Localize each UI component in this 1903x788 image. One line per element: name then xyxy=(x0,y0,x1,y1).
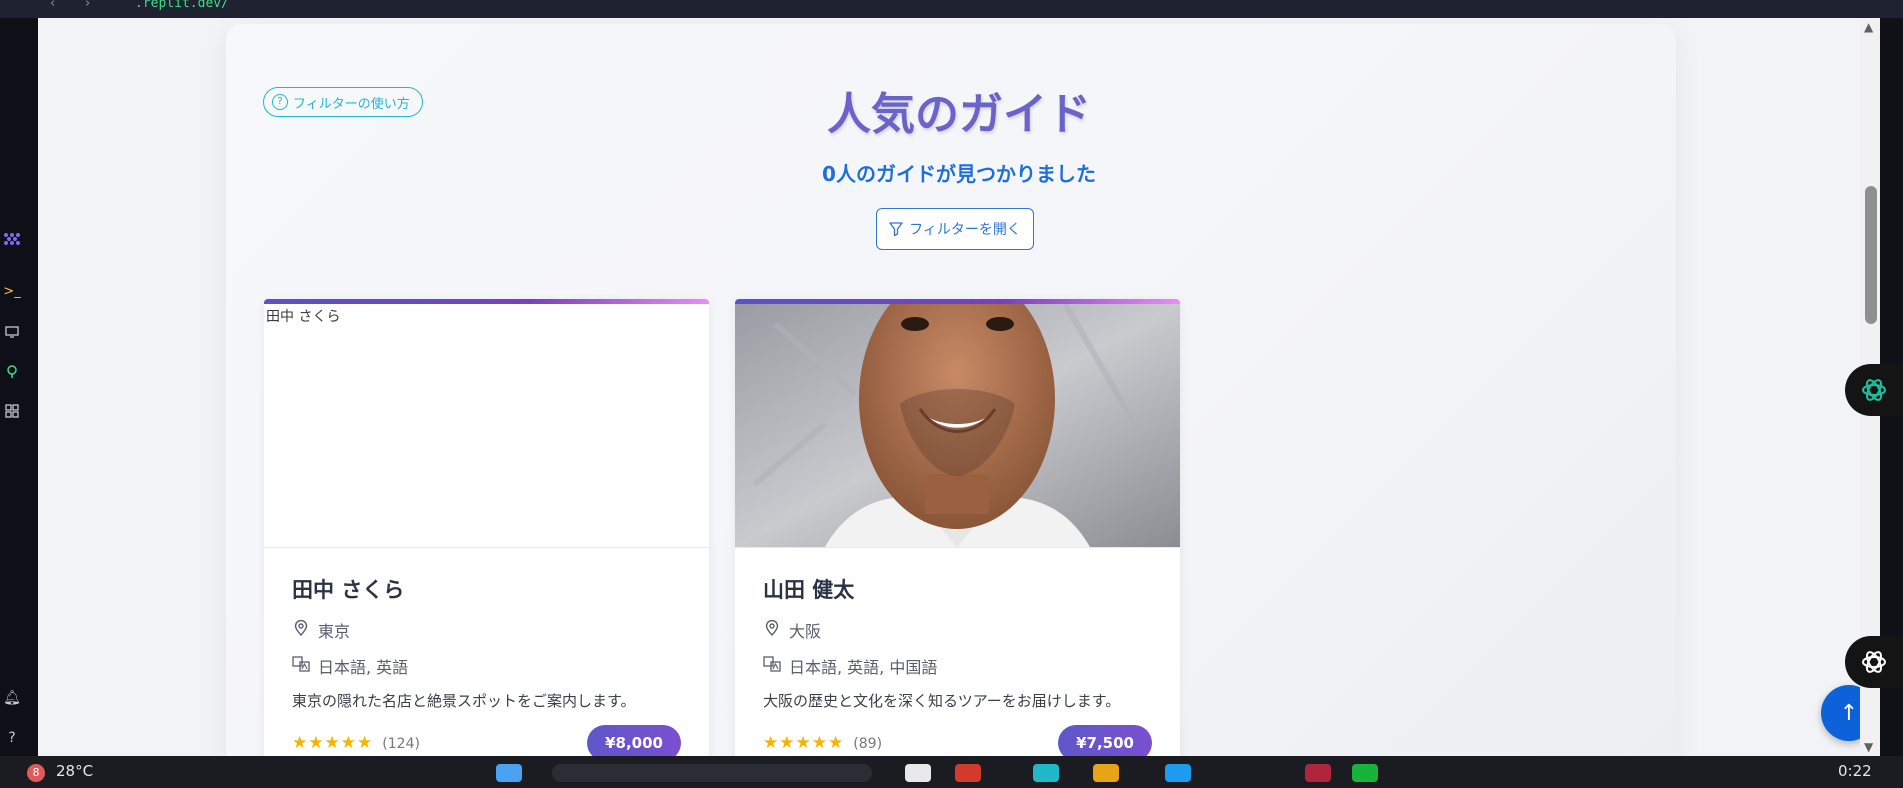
guide-location: 東京 xyxy=(292,618,681,642)
guide-description: 大阪の歴史と文化を深く知るツアーをお届けします。 xyxy=(763,692,1121,710)
guide-languages: 日本語, 英語 xyxy=(292,654,681,678)
back-icon[interactable]: ‹ xyxy=(50,0,55,11)
guide-portrait-image xyxy=(735,304,1180,547)
guide-location: 大阪 xyxy=(763,618,1152,642)
browser-toolbar: ‹ › .replit.dev/ xyxy=(0,0,1903,18)
forward-icon[interactable]: › xyxy=(85,0,90,11)
taskbar-clock[interactable]: 0:22 xyxy=(1838,762,1872,780)
languages-text: 日本語, 英語, 中国語 xyxy=(789,658,938,677)
languages-text: 日本語, 英語 xyxy=(318,658,409,677)
files-icon[interactable] xyxy=(905,764,931,782)
taskbar: 8 28°C 0:22 xyxy=(0,756,1903,788)
guide-card[interactable]: 田中 さくら 田中 さくら 東京 日本語, 英語 東京の隠れた名店と絶景スポット… xyxy=(264,299,709,756)
weather-temperature[interactable]: 28°C xyxy=(56,762,93,780)
guide-photo: 田中 さくら xyxy=(264,304,709,548)
guide-name: 山田 健太 xyxy=(763,578,855,602)
left-rail: >_ 🔔︎ ? xyxy=(0,18,38,758)
line-app-icon[interactable] xyxy=(1352,764,1378,782)
guide-photo xyxy=(735,304,1180,548)
guide-name: 田中 さくら xyxy=(292,578,405,602)
translate-icon xyxy=(763,656,781,676)
weather-badge[interactable]: 8 xyxy=(27,764,45,782)
replit-logo-icon[interactable] xyxy=(0,231,24,250)
help-icon[interactable]: ? xyxy=(0,730,24,746)
open-filter-button[interactable]: フィルターを開く xyxy=(876,208,1034,250)
store-app-icon[interactable] xyxy=(1165,764,1191,782)
price-badge: ¥8,000 xyxy=(587,725,681,756)
folder-app-icon[interactable] xyxy=(1093,764,1119,782)
monitor-icon[interactable] xyxy=(0,323,24,342)
review-count: (89) xyxy=(853,736,883,752)
chatgpt-extension-icon[interactable] xyxy=(1845,364,1903,416)
guide-description: 東京の隠れた名店と絶景スポットをご案内します。 xyxy=(292,692,636,710)
page-viewport: ? フィルターの使い方 人気のガイド 0人のガイドが見つかりました フィルターを… xyxy=(38,18,1880,756)
assistant-extension-icon[interactable] xyxy=(1845,636,1903,688)
guide-languages: 日本語, 英語, 中国語 xyxy=(763,654,1152,678)
location-text: 大阪 xyxy=(789,622,822,641)
map-pin-icon xyxy=(292,619,310,640)
app-icon[interactable] xyxy=(1305,764,1331,782)
broken-image-alt: 田中 さくら xyxy=(266,309,341,325)
page-title: 人気のガイド xyxy=(827,89,1091,140)
taskbar-search-icon[interactable] xyxy=(552,764,872,782)
edge-app-icon[interactable] xyxy=(1033,764,1059,782)
start-icon[interactable] xyxy=(496,764,522,782)
review-count: (124) xyxy=(382,736,420,752)
open-filter-label: フィルターを開く xyxy=(909,222,1021,238)
address-bar[interactable]: .replit.dev/ xyxy=(135,0,229,11)
scroll-up-arrow-icon[interactable]: ▲ xyxy=(1864,20,1873,34)
arrow-up-icon: ↑ xyxy=(1839,700,1859,726)
grid-icon[interactable] xyxy=(0,403,24,422)
location-text: 東京 xyxy=(318,622,351,641)
bell-icon[interactable]: 🔔︎ xyxy=(0,690,24,706)
filter-icon xyxy=(889,222,903,236)
guide-card[interactable]: 山田 健太 大阪 日本語, 英語, 中国語 大阪の歴史と文化を深く知るツアーをお… xyxy=(735,299,1180,756)
price-badge: ¥7,500 xyxy=(1058,725,1152,756)
terminal-icon[interactable]: >_ xyxy=(0,284,24,299)
scroll-down-arrow-icon[interactable]: ▼ xyxy=(1864,740,1873,754)
browser-app-icon[interactable] xyxy=(955,764,981,782)
rating-stars: ★★★★★ xyxy=(763,733,845,753)
scrollbar-thumb[interactable] xyxy=(1865,186,1877,324)
map-pin-icon xyxy=(763,619,781,640)
rating-stars: ★★★★★ xyxy=(292,733,374,753)
tree-icon[interactable] xyxy=(0,363,24,382)
translate-icon xyxy=(292,656,310,676)
results-count: 0人のガイドが見つかりました xyxy=(822,162,1096,186)
